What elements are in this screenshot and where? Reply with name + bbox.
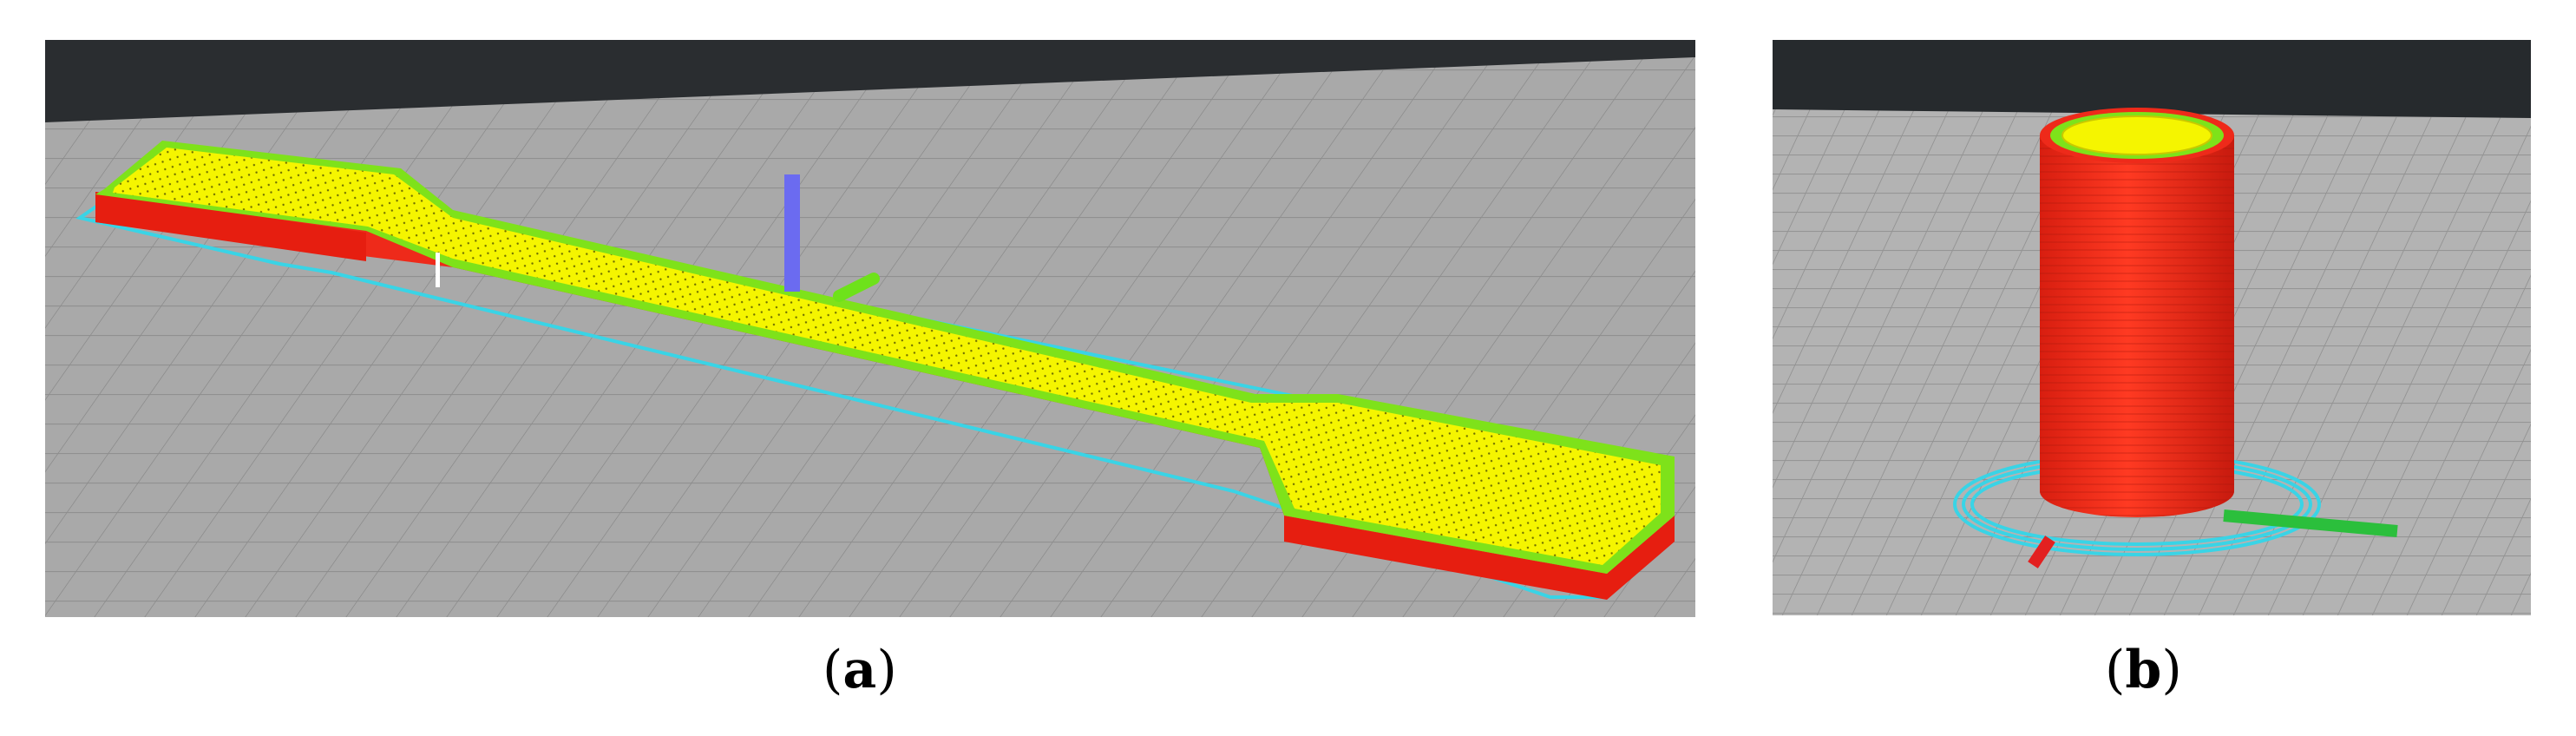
cylinder-scene [1773, 40, 2531, 615]
dogbone-scene [45, 40, 1695, 617]
caption-b: (b) [2105, 640, 2182, 700]
layer-lines [2040, 135, 2234, 517]
infill-area [2061, 115, 2212, 155]
caption-a: (a) [823, 640, 897, 700]
seam-marker [436, 253, 440, 287]
panel-a-viewport[interactable] [45, 40, 1695, 617]
panel-b-viewport[interactable] [1773, 40, 2531, 615]
